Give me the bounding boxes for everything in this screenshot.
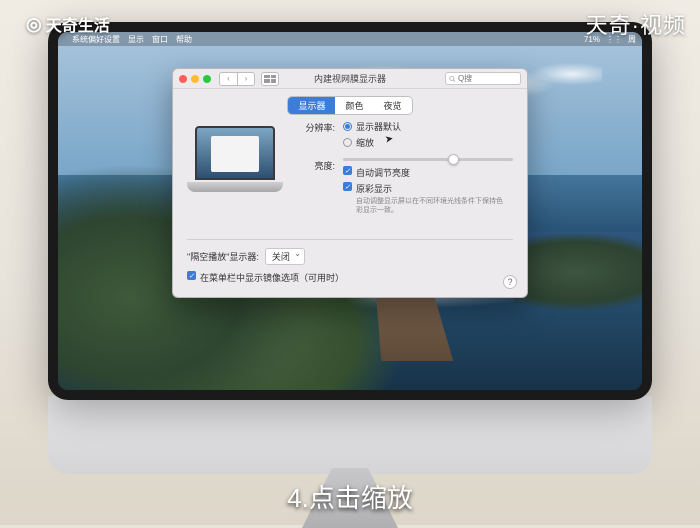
close-button[interactable] [179,75,187,83]
minimize-button[interactable] [191,75,199,83]
resolution-label: 分辨率: [297,120,335,152]
radio-scaled-label: 缩放 [356,136,374,149]
auto-brightness-label: 自动调节亮度 [356,166,410,179]
instruction-subtitle: 4.点击缩放 [287,478,413,515]
forward-button[interactable]: › [237,72,255,86]
search-field[interactable] [445,72,521,85]
imac-screen: 系统偏好设置 显示 窗口 帮助 71% ⋮⋮ 周 [48,22,652,400]
search-icon [449,75,456,83]
window-titlebar[interactable]: ‹ › 内建视网膜显示器 [173,69,527,89]
traffic-lights [179,75,211,83]
airplay-dropdown[interactable]: 关闭 [265,248,305,265]
displays-prefpane: ‹ › 内建视网膜显示器 显示器 颜色 夜览 [172,68,528,298]
separator [187,239,513,240]
imac-chin [48,396,652,474]
truetone-hint: 自动调整显示屏以在不同环境光线条件下保持色彩显示一致。 [356,197,503,215]
macos-menubar[interactable]: 系统偏好设置 显示 窗口 帮助 71% ⋮⋮ 周 [58,32,642,46]
show-all-button[interactable] [261,72,279,86]
brightness-label: 亮度: [297,158,335,218]
laptop-thumbnail [187,126,283,192]
nav-back-forward: ‹ › [219,72,255,86]
radio-default-label: 显示器默认 [356,120,401,133]
checkbox-truetone[interactable]: ✓ 原彩显示 自动调整显示屏以在不同环境光线条件下保持色彩显示一致。 [343,182,513,215]
show-mirror-label: 在菜单栏中显示镜像选项（可用时） [200,271,344,284]
menu-help[interactable]: 帮助 [176,34,192,45]
checkbox-auto-brightness[interactable]: ✓自动调节亮度 [343,166,513,179]
watermark-top-left: 天奇生活 [26,12,110,36]
radio-resolution-scaled[interactable]: 缩放 [343,136,513,149]
display-preview [187,120,283,224]
tab-color[interactable]: 颜色 [335,97,373,114]
menu-display[interactable]: 显示 [128,34,144,45]
radio-resolution-default[interactable]: 显示器默认 [343,120,513,133]
airplay-label: "隔空播放"显示器: [187,250,259,263]
zoom-button[interactable] [203,75,211,83]
checkbox-show-mirror-menu[interactable]: ✓在菜单栏中显示镜像选项（可用时） [187,271,513,284]
brightness-slider[interactable] [343,158,513,161]
macos-desktop[interactable]: 系统偏好设置 显示 窗口 帮助 71% ⋮⋮ 周 [58,32,642,390]
tab-segmented-control: 显示器 颜色 夜览 [173,89,527,120]
imac-frame: 系统偏好设置 显示 窗口 帮助 71% ⋮⋮ 周 [48,22,652,502]
help-button[interactable]: ? [503,275,517,289]
slider-thumb[interactable] [448,154,459,165]
tab-display[interactable]: 显示器 [288,97,335,114]
watermark-top-right: 天奇·视频 [586,8,686,40]
menu-window[interactable]: 窗口 [152,34,168,45]
back-button[interactable]: ‹ [219,72,237,86]
search-input[interactable] [458,74,517,83]
tab-nightshift[interactable]: 夜览 [374,97,412,114]
truetone-label: 原彩显示 [356,184,392,194]
